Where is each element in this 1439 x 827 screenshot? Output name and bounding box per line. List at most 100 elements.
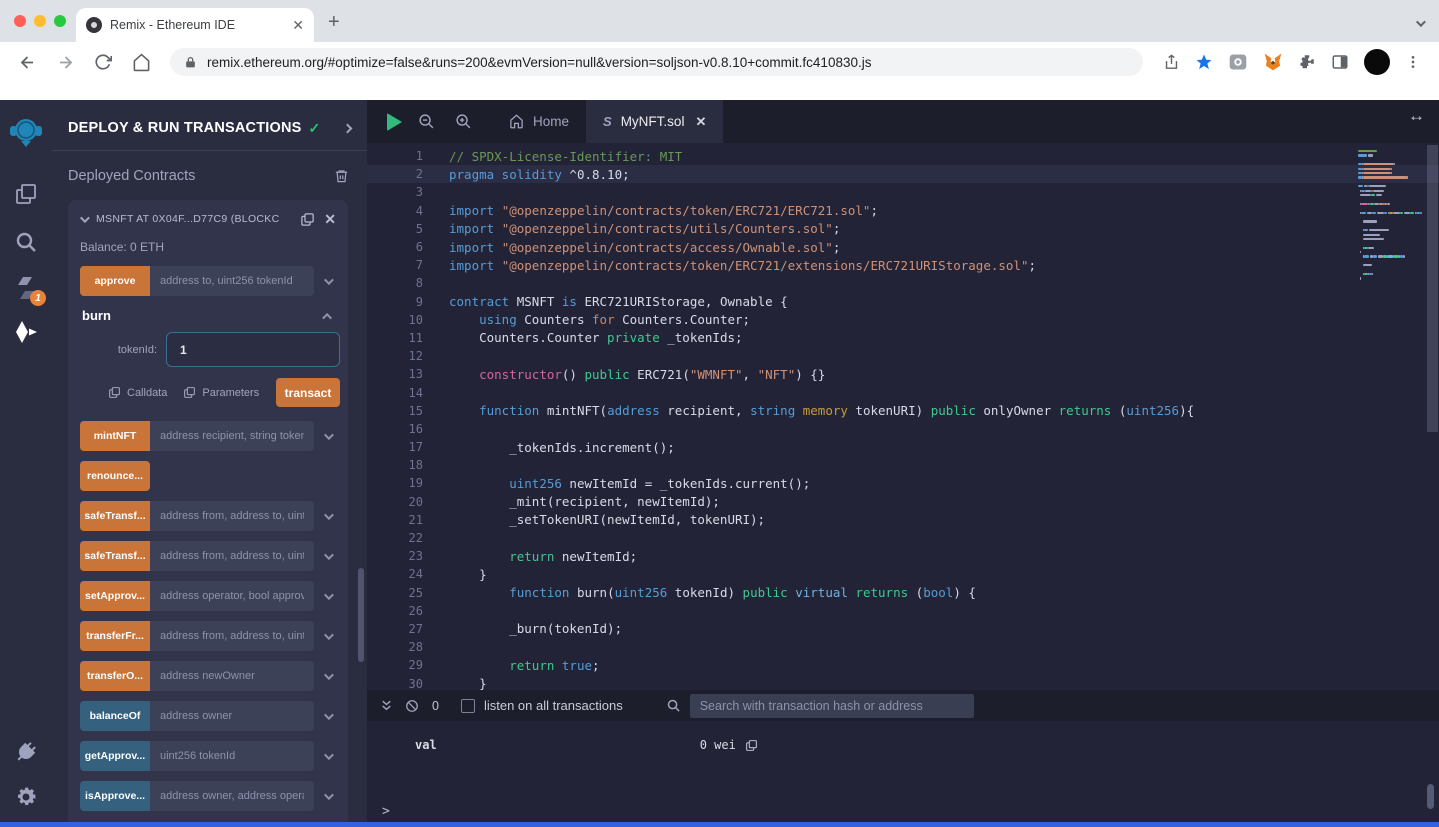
expand-function-chevron-icon[interactable] (314, 278, 340, 285)
code-line[interactable]: 15 function mintNFT(address recipient, s… (367, 402, 1439, 420)
editor-scrollbar-thumb[interactable] (1427, 145, 1438, 432)
zoom-window-button[interactable] (54, 15, 66, 27)
terminal-body[interactable]: val 0 wei > (367, 721, 1439, 827)
code-line[interactable]: 7import "@openzeppelin/contracts/token/E… (367, 256, 1439, 274)
minimap[interactable] (1358, 149, 1422, 281)
metamask-extension-icon[interactable] (1263, 52, 1283, 72)
code-line[interactable]: 18 (367, 456, 1439, 474)
function-button[interactable]: safeTransf... (80, 501, 150, 531)
expand-function-chevron-icon[interactable] (314, 753, 340, 760)
bookmark-star-icon[interactable] (1195, 53, 1213, 71)
expand-function-chevron-icon[interactable] (314, 553, 340, 560)
home-icon[interactable] (124, 45, 158, 79)
extensions-puzzle-icon[interactable] (1298, 53, 1316, 71)
clear-console-ban-icon[interactable] (405, 699, 419, 713)
code-line[interactable]: 24 } (367, 565, 1439, 583)
collapse-terminal-icon[interactable] (380, 699, 393, 712)
function-button[interactable]: safeTransf... (80, 541, 150, 571)
code-line[interactable]: 30 } (367, 674, 1439, 690)
function-button[interactable]: setApprov... (80, 581, 150, 611)
listen-transactions-checkbox[interactable] (461, 699, 475, 713)
code-line[interactable]: 10 using Counters for Counters.Counter; (367, 311, 1439, 329)
code-editor[interactable]: 1// SPDX-License-Identifier: MIT2pragma … (367, 143, 1439, 690)
code-line[interactable]: 5import "@openzeppelin/contracts/utils/C… (367, 220, 1439, 238)
function-button[interactable]: balanceOf (80, 701, 150, 731)
tab-home[interactable]: Home (492, 100, 586, 143)
code-line[interactable]: 6import "@openzeppelin/contracts/access/… (367, 238, 1439, 256)
function-button[interactable]: approve (80, 266, 150, 296)
settings-gear-icon[interactable] (0, 777, 52, 817)
tab-mynft-sol[interactable]: S MyNFT.sol ✕ (586, 100, 723, 143)
reload-icon[interactable] (86, 45, 120, 79)
expand-function-chevron-icon[interactable] (314, 633, 340, 640)
back-icon[interactable] (10, 45, 44, 79)
code-line[interactable]: 2pragma solidity ^0.8.10; (367, 165, 1439, 183)
terminal-prompt[interactable]: > (382, 804, 390, 819)
code-line[interactable]: 25 function burn(uint256 tokenId) public… (367, 584, 1439, 602)
function-params-input[interactable] (150, 741, 314, 771)
code-line[interactable]: 20 _mint(recipient, newItemId); (367, 493, 1439, 511)
screenshot-extension-icon[interactable] (1228, 52, 1248, 72)
contract-collapse-chevron-icon[interactable] (80, 210, 87, 228)
code-line[interactable]: 16 (367, 420, 1439, 438)
collapse-burn-chevron-icon[interactable] (325, 308, 332, 323)
code-line[interactable]: 29 return true; (367, 656, 1439, 674)
side-panel-icon[interactable] (1331, 53, 1349, 71)
burn-tokenid-input[interactable] (166, 332, 340, 367)
new-tab-button[interactable]: + (328, 11, 340, 34)
function-params-input[interactable] (150, 266, 314, 296)
search-icon[interactable] (0, 222, 52, 262)
trash-icon[interactable] (334, 168, 349, 184)
code-line[interactable]: 17 _tokenIds.increment(); (367, 438, 1439, 456)
code-line[interactable]: 9contract MSNFT is ERC721URIStorage, Own… (367, 293, 1439, 311)
plugin-manager-icon[interactable] (0, 732, 52, 772)
code-line[interactable]: 28 (367, 638, 1439, 656)
minimize-window-button[interactable] (34, 15, 46, 27)
code-line[interactable]: 12 (367, 347, 1439, 365)
burn-header[interactable]: burn (80, 306, 340, 323)
terminal-scrollbar-thumb[interactable] (1427, 784, 1434, 809)
copy-value-icon[interactable] (745, 739, 758, 752)
code-line[interactable]: 23 return newItemId; (367, 547, 1439, 565)
code-line[interactable]: 27 _burn(tokenId); (367, 620, 1439, 638)
function-params-input[interactable] (150, 421, 314, 451)
function-button[interactable]: mintNFT (80, 421, 150, 451)
expand-function-chevron-icon[interactable] (314, 713, 340, 720)
code-line[interactable]: 13 constructor() public ERC721("WMNFT", … (367, 365, 1439, 383)
function-params-input[interactable] (150, 581, 314, 611)
expand-horizontal-icon[interactable]: ↔ (1408, 100, 1439, 143)
copy-parameters-button[interactable]: Parameters (183, 386, 259, 399)
close-file-tab-icon[interactable]: ✕ (695, 114, 706, 130)
url-bar[interactable]: remix.ethereum.org/#optimize=false&runs=… (170, 48, 1143, 76)
expand-function-chevron-icon[interactable] (314, 673, 340, 680)
deploy-run-icon[interactable] (0, 312, 52, 352)
expand-function-chevron-icon[interactable] (314, 513, 340, 520)
function-params-input[interactable] (150, 701, 314, 731)
function-params-input[interactable] (150, 781, 314, 811)
copy-contract-address-icon[interactable] (300, 212, 315, 227)
code-line[interactable]: 11 Counters.Counter private _tokenIds; (367, 329, 1439, 347)
expand-function-chevron-icon[interactable] (314, 793, 340, 800)
zoom-out-icon[interactable] (418, 113, 435, 130)
function-params-input[interactable] (150, 661, 314, 691)
run-script-play-icon[interactable] (387, 113, 402, 131)
profile-avatar[interactable] (1364, 49, 1390, 75)
code-line[interactable]: 19 uint256 newItemId = _tokenIds.current… (367, 474, 1439, 492)
panel-scrollbar-thumb[interactable] (358, 568, 364, 662)
window-controls[interactable] (14, 15, 66, 27)
close-window-button[interactable] (14, 15, 26, 27)
contract-card-header[interactable]: MSNFT AT 0X04F...D77C9 (BLOCKC ✕ (68, 200, 348, 238)
close-tab-icon[interactable]: ✕ (292, 17, 304, 34)
function-button[interactable]: renounce... (80, 461, 150, 491)
transact-button[interactable]: transact (276, 378, 340, 407)
code-line[interactable]: 21 _setTokenURI(newItemId, tokenURI); (367, 511, 1439, 529)
remix-logo-icon[interactable] (0, 112, 52, 152)
function-button[interactable]: isApprove... (80, 781, 150, 811)
code-line[interactable]: 1// SPDX-License-Identifier: MIT (367, 147, 1439, 165)
terminal-search-input[interactable] (690, 694, 974, 718)
code-line[interactable]: 14 (367, 383, 1439, 401)
expand-function-chevron-icon[interactable] (314, 593, 340, 600)
tab-overflow-chevron-icon[interactable] (1416, 14, 1423, 32)
code-line[interactable]: 3 (367, 183, 1439, 201)
function-params-input[interactable] (150, 621, 314, 651)
